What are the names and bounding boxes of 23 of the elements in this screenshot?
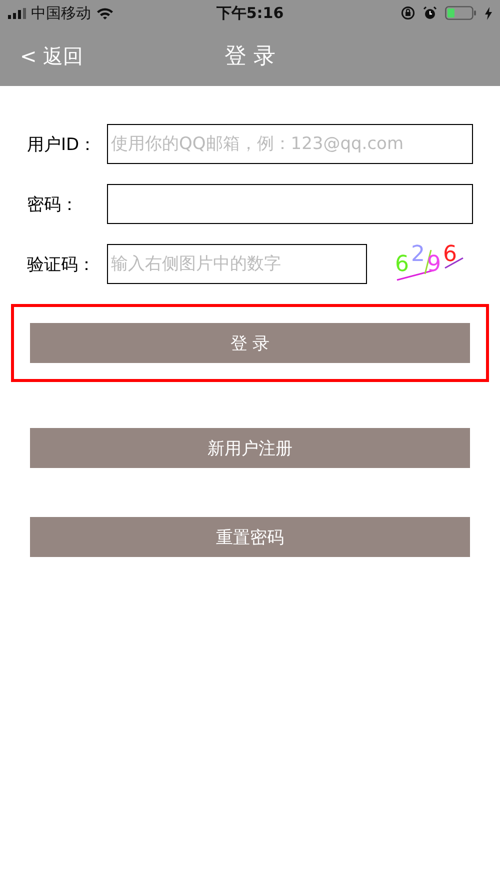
captcha-digit: 9 bbox=[427, 252, 441, 277]
status-time: 下午5:16 bbox=[216, 4, 284, 22]
signal-icon bbox=[8, 8, 26, 18]
field-label: 用户ID： bbox=[27, 134, 98, 156]
page-title: 登 录 bbox=[224, 43, 276, 71]
user-id-field[interactable]: 使用你的QQ邮箱，例：123@qq.com bbox=[107, 124, 473, 164]
rotation-lock-icon bbox=[401, 6, 415, 20]
field-label: 密码： bbox=[27, 194, 79, 216]
wifi-icon bbox=[96, 6, 114, 20]
alarm-icon bbox=[423, 6, 437, 20]
action-button[interactable]: 新用户注册 bbox=[30, 428, 470, 468]
field-label: 验证码： bbox=[27, 254, 96, 276]
captcha-digit: 6 bbox=[443, 242, 457, 267]
action-button[interactable]: 重置密码 bbox=[30, 517, 470, 557]
back-button[interactable]: < 返回 bbox=[20, 42, 84, 70]
action-button[interactable]: 登 录 bbox=[30, 323, 470, 363]
password-field[interactable] bbox=[107, 184, 473, 224]
captcha-digit: 2 bbox=[411, 242, 425, 267]
captcha-field[interactable]: 输入右侧图片中的数字 bbox=[107, 244, 367, 284]
charging-icon bbox=[485, 6, 492, 20]
battery-icon bbox=[445, 6, 477, 20]
captcha-digit: 6 bbox=[395, 252, 409, 277]
carrier-name: 中国移动 bbox=[31, 4, 91, 22]
